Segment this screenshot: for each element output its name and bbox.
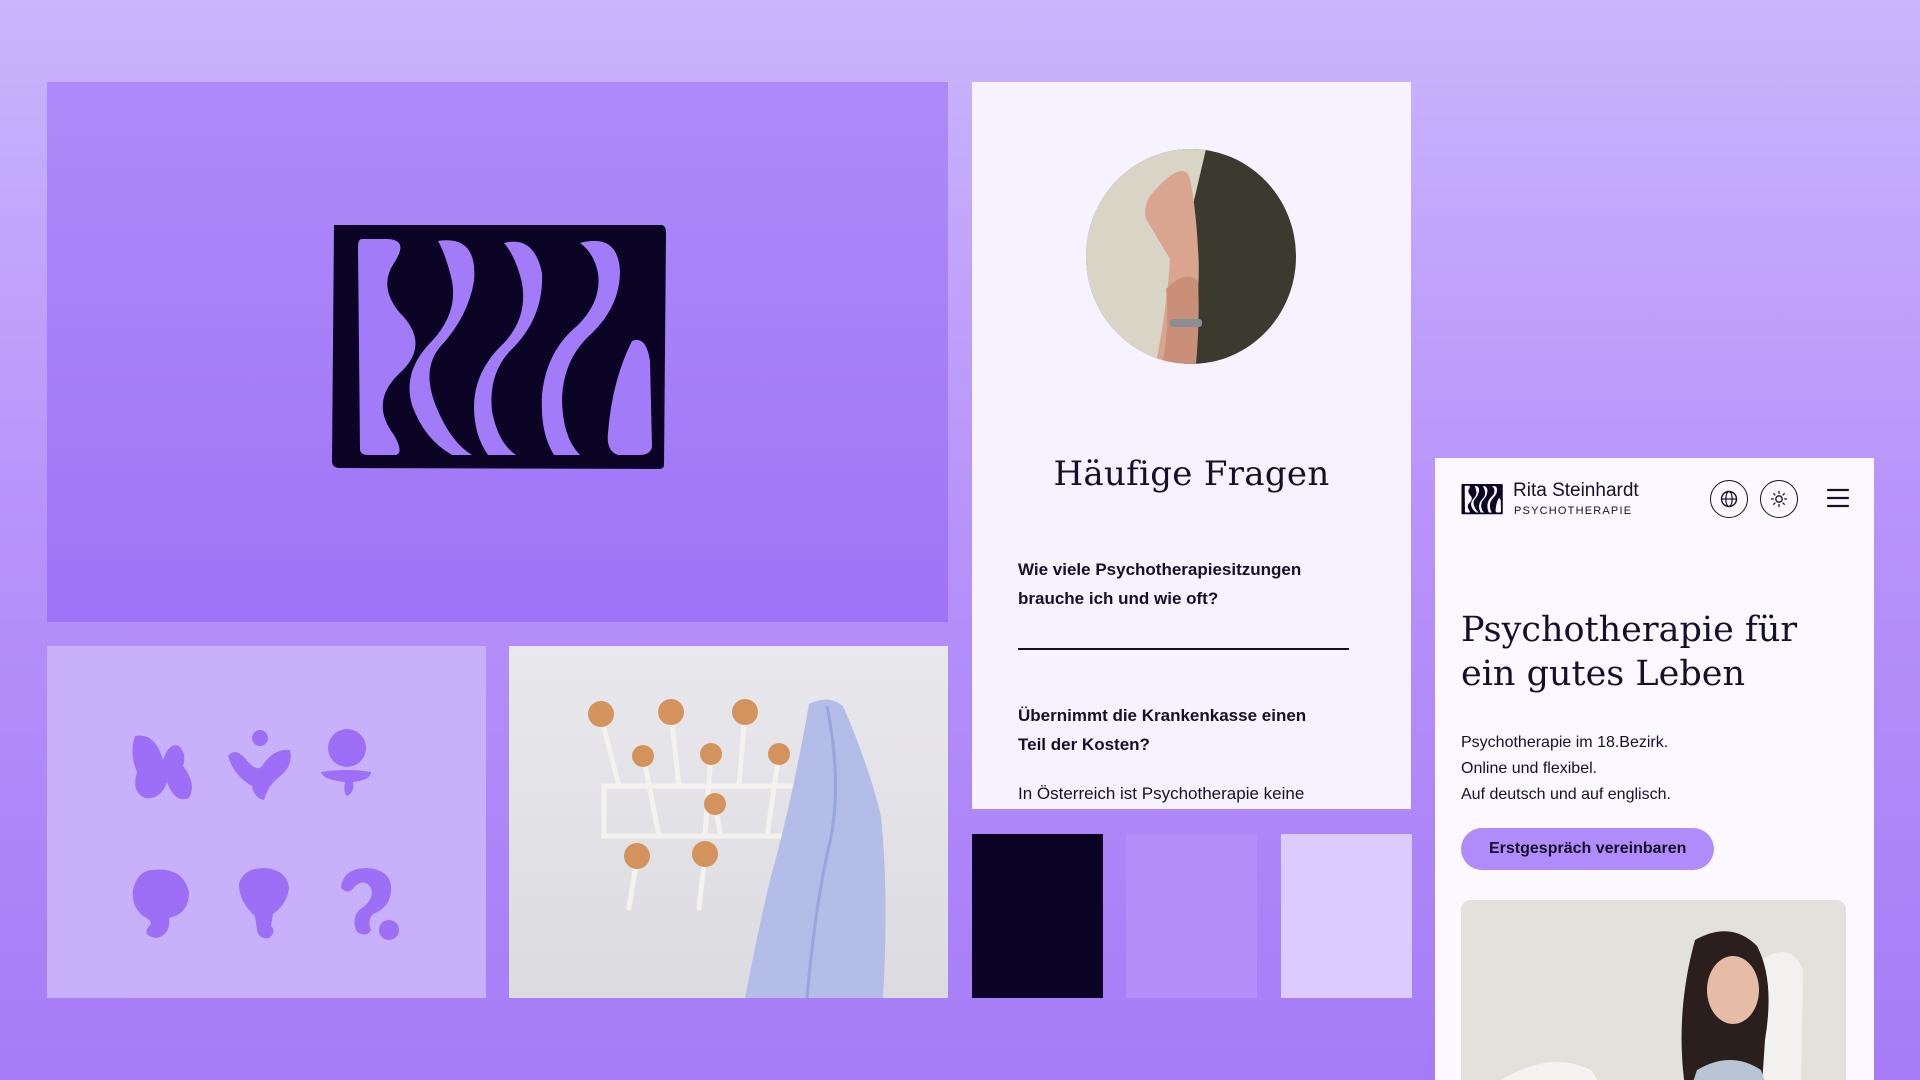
faq-question-text: brauche ich und wie oft? (1018, 589, 1219, 608)
brand-logo-icon[interactable] (1461, 482, 1503, 516)
faq-question-insurance[interactable]: Übernimmt die Krankenkasse einen Teil de… (1018, 701, 1358, 759)
person-heart-icon (228, 730, 291, 800)
color-swatch-purple (1126, 834, 1257, 998)
figure-icon (321, 729, 371, 796)
hero-title-line: ein gutes Leben (1461, 654, 1745, 694)
theme-toggle-button[interactable] (1760, 480, 1798, 518)
sun-icon (1770, 490, 1788, 508)
faq-question-text: Teil der Kosten? (1018, 735, 1150, 754)
hero-title: Psychotherapie für ein gutes Leben (1461, 608, 1841, 696)
faq-title: Häufige Fragen (1053, 454, 1330, 494)
faq-question-sessions[interactable]: Wie viele Psychotherapiesitzungen brauch… (1018, 555, 1358, 613)
hero-title-line: Psychotherapie für (1461, 610, 1798, 650)
speech-bubble-icon (132, 869, 189, 938)
logo-panel (47, 82, 948, 622)
brand-name: Rita Steinhardt (1513, 480, 1639, 501)
intro-line: Online und flexibel. (1461, 760, 1598, 777)
faq-card: Häufige Fragen Wie viele Psychotherapies… (972, 82, 1411, 809)
color-swatch-dark (972, 834, 1103, 998)
question-mark-icon (341, 868, 399, 940)
brand-subtitle: PSYCHOTHERAPIE (1514, 505, 1633, 517)
intro-line: Auf deutsch und auf englisch. (1461, 786, 1671, 803)
faq-question-text: Übernimmt die Krankenkasse einen (1018, 706, 1307, 725)
book-consultation-button[interactable]: Erstgespräch vereinbaren (1461, 828, 1715, 870)
faq-question-text: Wie viele Psychotherapiesitzungen (1018, 560, 1302, 579)
intro-line: Psychotherapie im 18.Bezirk. (1461, 734, 1669, 751)
brand-moodboard: Häufige Fragen Wie viele Psychotherapies… (0, 0, 1920, 1080)
hero-intro: Psychotherapie im 18.Bezirk. Online und … (1461, 730, 1841, 808)
globe-icon (1720, 490, 1738, 508)
hamburger-menu-icon[interactable] (1825, 486, 1851, 510)
color-swatch-lavender (1281, 834, 1412, 998)
rs-logo-icon (331, 225, 666, 469)
coat-rack-illustration (588, 699, 886, 998)
language-button[interactable] (1710, 480, 1748, 518)
faq-divider (1018, 648, 1349, 650)
butterfly-icon (132, 735, 192, 800)
brand-icons-panel (47, 646, 486, 998)
hands-photo (1086, 149, 1296, 364)
mobile-website-mock: Rita Steinhardt PSYCHOTHERAPIE Psychothe… (1435, 458, 1874, 1080)
therapist-photo (1461, 900, 1846, 1080)
site-header: Rita Steinhardt PSYCHOTHERAPIE (1461, 480, 1851, 524)
coat-rack-photo (509, 646, 948, 998)
lightbulb-icon (239, 868, 289, 939)
faq-answer-preview: In Österreich ist Psychotherapie keine (1018, 784, 1305, 803)
